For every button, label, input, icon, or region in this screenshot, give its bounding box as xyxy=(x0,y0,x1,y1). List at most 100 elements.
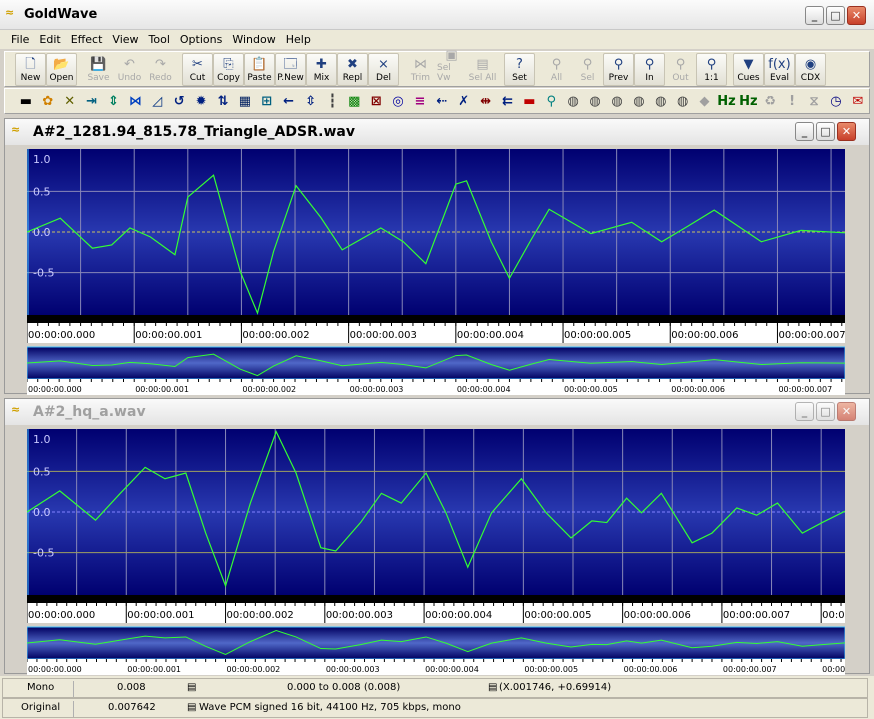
out-button[interactable]: ⚲ Out xyxy=(665,53,696,86)
hz-play-button[interactable]: Hz xyxy=(716,90,738,112)
menu-options[interactable]: Options xyxy=(175,33,227,46)
knob-line-button[interactable]: ◍ xyxy=(672,90,694,112)
maximize-button[interactable]: □ xyxy=(826,6,845,25)
sel-vw-button[interactable]: ▣ Sel Vw xyxy=(436,48,467,86)
main-toolbar: 🗋 New 📂 Open 💾 Save ↶ Undo ↷ Redo ✂ Cut ⎘ Copy 📋 Paste 🗔… xyxy=(4,48,870,87)
channel-mix-button[interactable]: ⊠ xyxy=(365,90,387,112)
bulb-alert-button[interactable]: ! xyxy=(781,90,803,112)
menu-tool[interactable]: Tool xyxy=(144,33,175,46)
recycle-button[interactable]: ♻ xyxy=(759,90,781,112)
window-close-button[interactable]: ✕ xyxy=(837,402,856,421)
window-minimize-button[interactable]: _ xyxy=(795,122,814,141)
knob-button[interactable]: ◍ xyxy=(562,90,584,112)
clock-button[interactable]: ◷ xyxy=(825,90,847,112)
new-button[interactable]: 🗋 New xyxy=(15,52,46,86)
menu-edit[interactable]: Edit xyxy=(34,33,65,46)
pitch-button[interactable]: ⇠ xyxy=(431,90,453,112)
overview-display[interactable] xyxy=(27,346,845,380)
balance-button[interactable]: ◆ xyxy=(694,90,716,112)
equalizer-button[interactable]: ▦ xyxy=(234,90,256,112)
compress-button[interactable]: ⇕ xyxy=(103,90,125,112)
overview-display[interactable] xyxy=(27,626,845,660)
bars-button[interactable]: ┇ xyxy=(321,90,343,112)
cut-button[interactable]: ✂ Cut xyxy=(182,52,213,86)
button-label: Del xyxy=(376,72,391,83)
magnify-button[interactable]: ⚲ xyxy=(540,90,562,112)
cross-channel-button[interactable]: ✕ xyxy=(59,90,81,112)
menu-window[interactable]: Window xyxy=(227,33,280,46)
invert-button[interactable]: ↺ xyxy=(168,90,190,112)
left-arrow-button[interactable]: ← xyxy=(278,90,300,112)
compress-icon: ⇕ xyxy=(108,93,119,109)
menu-file[interactable]: File xyxy=(6,33,34,46)
sound-window-title-bar[interactable]: ≈ A#2_1281.94_815.78_Triangle_ADSR.wav _ □ ✕ xyxy=(5,119,869,145)
window-maximize-button[interactable]: □ xyxy=(816,402,835,421)
expand-button[interactable]: ⊞ xyxy=(256,90,278,112)
repl-button[interactable]: ✖ Repl xyxy=(337,52,368,86)
noise-reduce-button[interactable]: ✗ xyxy=(453,90,475,112)
set-marker-icon: ? xyxy=(516,56,523,72)
volume-shape-button[interactable]: ⇳ xyxy=(300,90,322,112)
window-minimize-button[interactable]: _ xyxy=(795,402,814,421)
redo-button[interactable]: ↷ Redo xyxy=(145,53,176,86)
menu-view[interactable]: View xyxy=(107,33,143,46)
knob-alert-button[interactable]: ◍ xyxy=(650,90,672,112)
in-button[interactable]: ⚲ In xyxy=(634,52,665,86)
close-button[interactable]: ✕ xyxy=(847,6,866,25)
sel-all-button[interactable]: ▤ Sel All xyxy=(467,53,498,86)
trim-button[interactable]: ⋈ Trim xyxy=(405,53,436,86)
time-ruler-band xyxy=(27,315,845,323)
eval-button[interactable]: f(x) Eval xyxy=(764,52,795,86)
doppler-button[interactable]: ⋈ xyxy=(124,90,146,112)
save-button[interactable]: 💾 Save xyxy=(83,53,114,86)
time-label: 00:00:00.002 xyxy=(227,610,294,621)
knob-equal-icon: ◍ xyxy=(633,93,645,109)
sound-window-hq-a[interactable]: ≈ A#2_hq_a.wav _ □ ✕ 1.0 0.5 0.0 -0.5 00:00:00.00… xyxy=(4,398,870,675)
y-tick-label: -0.5 xyxy=(33,267,54,280)
fade-ramp-button[interactable]: ◿ xyxy=(146,90,168,112)
pop-click-button[interactable]: ⇹ xyxy=(475,90,497,112)
hz-wave-button[interactable]: Hz xyxy=(737,90,759,112)
del-button[interactable]: ⨯ Del xyxy=(368,52,399,86)
waveform-display[interactable]: 1.00.50.0-0.500:00:00.000 00:00:00.001 00:… xyxy=(27,429,845,679)
set-button[interactable]: ? Set xyxy=(504,52,535,86)
play-to-end-button[interactable]: ⇥ xyxy=(81,90,103,112)
undo-button[interactable]: ↶ Undo xyxy=(114,53,145,86)
1-1-button[interactable]: ⚲ 1:1 xyxy=(696,52,727,86)
knob-up-button[interactable]: ◍ xyxy=(584,90,606,112)
knob-equal-button[interactable]: ◍ xyxy=(628,90,650,112)
prev-button[interactable]: ⚲ Prev xyxy=(603,52,634,86)
sel-button[interactable]: ⚲ Sel xyxy=(572,53,603,86)
mix-button[interactable]: ✚ Mix xyxy=(306,52,337,86)
filter-cone-button[interactable]: ⧖ xyxy=(803,90,825,112)
window-close-button[interactable]: ✕ xyxy=(837,122,856,141)
overview-time-label: 00:00:00.006 xyxy=(671,385,725,394)
gear-effect-button[interactable]: ✹ xyxy=(190,90,212,112)
minimize-button[interactable]: _ xyxy=(805,6,824,25)
eye-effect-button[interactable]: ◎ xyxy=(387,90,409,112)
knob-down-button[interactable]: ◍ xyxy=(606,90,628,112)
cdx-button[interactable]: ◉ CDX xyxy=(795,52,826,86)
window-maximize-button[interactable]: □ xyxy=(816,122,835,141)
spectrum-filter-button[interactable]: ≡ xyxy=(409,90,431,112)
open-button[interactable]: 📂 Open xyxy=(46,52,77,86)
matrix-button[interactable]: ▩ xyxy=(343,90,365,112)
copy-button[interactable]: ⎘ Copy xyxy=(213,52,244,86)
waveform-display[interactable]: 1.00.50.0-0.500:00:00.000 00:00:00.001 00:… xyxy=(27,149,845,399)
p-new-button[interactable]: 🗔 P.New xyxy=(275,52,306,86)
color-palette-button[interactable]: ✿ xyxy=(37,90,59,112)
mail-button[interactable]: ✉ xyxy=(847,90,869,112)
cues-button[interactable]: ▼ Cues xyxy=(733,52,764,86)
sound-window-triangle-adsr[interactable]: ≈ A#2_1281.94_815.78_Triangle_ADSR.wav _ □ ✕… xyxy=(4,118,870,395)
all-button[interactable]: ⚲ All xyxy=(541,53,572,86)
line-style-button[interactable]: ▬ xyxy=(15,90,37,112)
menu-help[interactable]: Help xyxy=(281,33,316,46)
sound-window-title-bar[interactable]: ≈ A#2_hq_a.wav _ □ ✕ xyxy=(5,399,869,425)
rainbow-button[interactable]: ▬ xyxy=(518,90,540,112)
reverb-button[interactable]: ⇇ xyxy=(497,90,519,112)
paste-button[interactable]: 📋 Paste xyxy=(244,52,275,86)
swap-channel-button[interactable]: ⇅ xyxy=(212,90,234,112)
menu-effect[interactable]: Effect xyxy=(66,33,108,46)
copy-icon: ⎘ xyxy=(223,56,234,72)
cross-channel-icon: ✕ xyxy=(64,93,76,109)
